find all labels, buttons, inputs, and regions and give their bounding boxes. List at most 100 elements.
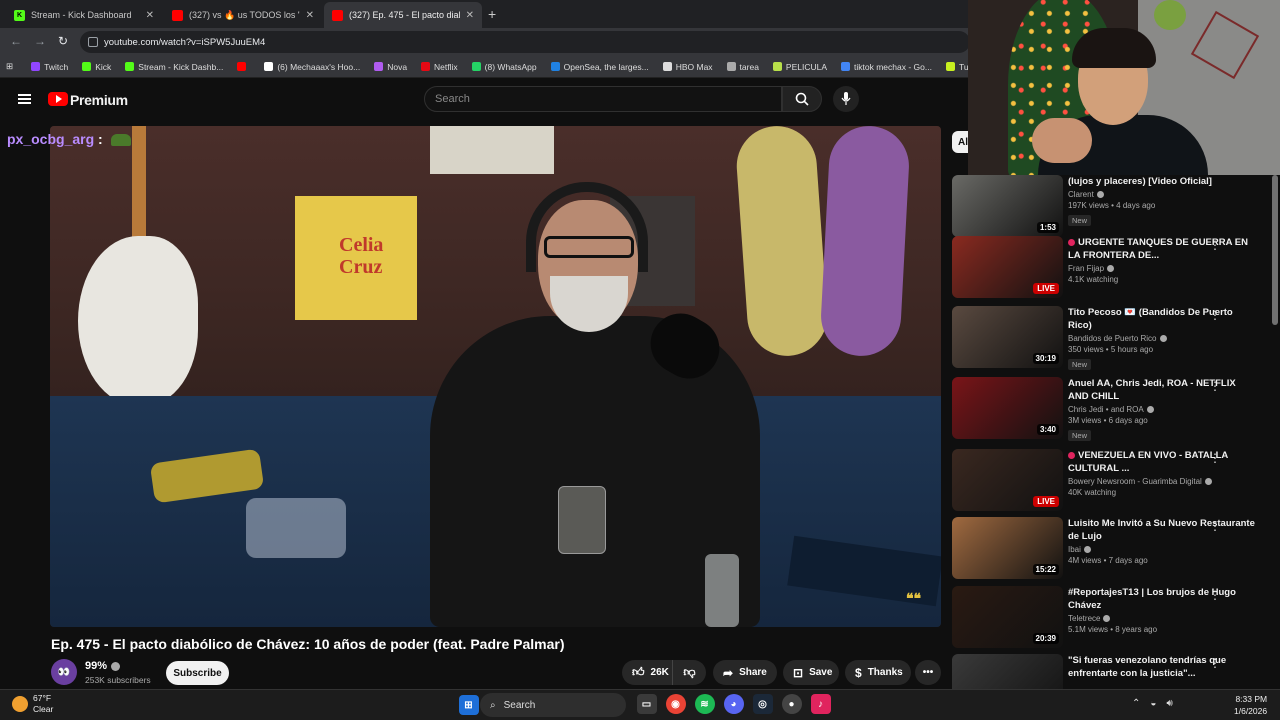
- recommended-title: VENEZUELA EN VIVO - BATALLA CULTURAL ...: [1068, 449, 1258, 475]
- more-vertical-icon[interactable]: ⋮: [1209, 308, 1221, 322]
- glass-jar: [558, 486, 606, 554]
- verified-icon: [1096, 191, 1104, 199]
- site-info-icon[interactable]: [88, 37, 98, 47]
- chrome-icon[interactable]: ◉: [665, 694, 686, 714]
- close-icon[interactable]: ✕: [306, 10, 314, 21]
- task-view-icon[interactable]: ▭: [636, 694, 657, 714]
- bookmark-item[interactable]: [237, 62, 250, 72]
- url-input[interactable]: youtube.com/watch?v=iSPW5JuuEM4: [80, 31, 970, 53]
- taskbar-search[interactable]: ⌕ Search: [480, 693, 626, 717]
- volume-icon[interactable]: 🔊︎: [1166, 698, 1172, 709]
- menu-icon[interactable]: [18, 94, 31, 104]
- subscribe-button[interactable]: Subscribe: [166, 661, 229, 685]
- like-button[interactable]: 👍︎ 26K: [622, 660, 672, 685]
- duration-badge: 20:39: [1032, 633, 1059, 644]
- recommended-video[interactable]: 15:22 Luisito Me Invitó a Su Nuevo Restau…: [952, 517, 1270, 583]
- apps-grid-icon[interactable]: ⊞: [6, 61, 13, 72]
- weather-widget[interactable]: 67°F Clear: [12, 693, 53, 715]
- youtube-premium-logo[interactable]: Premium: [70, 92, 128, 108]
- recommended-title: Luisito Me Invitó a Su Nuevo Restaurante…: [1068, 517, 1258, 543]
- more-actions-button[interactable]: •••: [915, 660, 941, 685]
- bookmark-item[interactable]: (8) WhatsApp: [471, 62, 537, 72]
- verified-icon: [1204, 478, 1212, 486]
- discord-icon[interactable]: ◕: [723, 694, 744, 714]
- video-thumbnail[interactable]: 15:22: [952, 517, 1063, 579]
- search-input[interactable]: Search: [424, 86, 782, 112]
- tab-youtube-active[interactable]: (327) Ep. 475 - El pacto diabólic ✕: [324, 2, 482, 28]
- recommended-title: "Si fueras venezolano tendrías que enfre…: [1068, 654, 1258, 680]
- recommended-title-text: "Si fueras venezolano tendrías que enfre…: [1068, 655, 1227, 679]
- recommended-channel[interactable]: Clarent: [1068, 190, 1258, 199]
- close-icon[interactable]: ✕: [146, 10, 154, 21]
- reload-icon[interactable]: ↻: [58, 34, 68, 48]
- back-arrow-icon[interactable]: ←: [10, 34, 22, 48]
- more-vertical-icon[interactable]: ⋮: [1209, 238, 1221, 252]
- share-button[interactable]: ➦ Share: [713, 660, 777, 685]
- more-vertical-icon[interactable]: ⋮: [1209, 588, 1221, 602]
- obs-icon[interactable]: ●: [781, 694, 802, 714]
- bookmark-item[interactable]: Nova: [374, 62, 407, 72]
- chat-emote-icon: [110, 134, 131, 147]
- steam-icon[interactable]: ◎: [752, 694, 773, 714]
- bookmark-favicon-icon: [31, 62, 41, 71]
- more-vertical-icon[interactable]: ⋮: [1209, 656, 1221, 670]
- more-vertical-icon[interactable]: ⋮: [1209, 519, 1221, 533]
- bookmark-label: Kick: [95, 61, 112, 72]
- dislike-button[interactable]: 👎︎: [672, 660, 706, 685]
- recommended-video[interactable]: 20:39 #ReportajesT13 | Los brujos de Hugo…: [952, 586, 1270, 652]
- bookmark-item[interactable]: PELICULA: [772, 62, 827, 72]
- duration-badge: 3:40: [1036, 424, 1059, 435]
- video-thumbnail[interactable]: LIVE: [952, 449, 1063, 511]
- tab-kick-dashboard[interactable]: K Stream - Kick Dashboard ✕: [6, 2, 162, 28]
- thanks-button[interactable]: $ Thanks: [845, 660, 911, 685]
- channel-avatar[interactable]: 👀: [51, 659, 77, 685]
- bookmark-item[interactable]: Netflix: [421, 62, 458, 72]
- recommended-video[interactable]: 1:53 (lujos y placeres) [Video Oficial] Cl…: [952, 175, 1270, 241]
- bookmark-item[interactable]: OpenSea, the larges...: [550, 62, 649, 72]
- more-vertical-icon[interactable]: ⋮: [1209, 451, 1221, 465]
- recommended-meta: 3M views • 6 days ago: [1068, 416, 1148, 425]
- voice-search-button[interactable]: [833, 86, 859, 112]
- thumbs-down-icon: 👎︎: [683, 665, 696, 679]
- recommended-video[interactable]: 30:19 Tito Pecoso 💌 (Bandidos De Puerto R…: [952, 306, 1270, 372]
- forward-arrow-icon[interactable]: →: [34, 34, 46, 48]
- recommended-channel[interactable]: Bowery Newsroom - Guarimba Digital: [1068, 477, 1258, 486]
- search-icon: ⌕: [490, 699, 496, 711]
- bookmark-item[interactable]: tarea: [726, 62, 759, 72]
- recommended-channel[interactable]: Bandidos de Puerto Rico: [1068, 334, 1258, 343]
- scrollbar[interactable]: [1272, 175, 1278, 325]
- bookmark-item[interactable]: HBO Max: [662, 62, 713, 72]
- recommended-video[interactable]: 3:40 Anuel AA, Chris Jedi, ROA - NETFLIX …: [952, 377, 1270, 443]
- new-tab-button[interactable]: +: [488, 6, 496, 22]
- spotify-icon[interactable]: ≋: [694, 694, 715, 714]
- recommended-channel[interactable]: Chris Jedi • and ROA: [1068, 405, 1258, 414]
- recommended-video[interactable]: LIVE VENEZUELA EN VIVO - BATALLA CULTURAL…: [952, 449, 1270, 515]
- video-thumbnail[interactable]: 3:40: [952, 377, 1063, 439]
- bookmark-item[interactable]: Twitch: [31, 62, 68, 72]
- chevron-up-icon[interactable]: ⌃: [1132, 698, 1140, 709]
- taskbar-clock[interactable]: 8:33 PM 1/6/2026: [1234, 693, 1267, 717]
- youtube-logo-icon[interactable]: [48, 92, 68, 106]
- video-player[interactable]: Celia Cruz ❝❝: [50, 126, 941, 627]
- recommended-video[interactable]: LIVE URGENTE TANQUES DE GUERRA EN LA FRON…: [952, 236, 1270, 302]
- video-thumbnail[interactable]: 30:19: [952, 306, 1063, 368]
- channel-name[interactable]: 99%: [85, 660, 121, 672]
- video-thumbnail[interactable]: 1:53: [952, 175, 1063, 237]
- search-button[interactable]: [782, 86, 822, 112]
- bookmark-item[interactable]: Kick: [82, 62, 111, 72]
- bookmark-item[interactable]: Stream - Kick Dashb...: [125, 62, 223, 72]
- tiktok-icon[interactable]: ♪: [810, 694, 831, 714]
- save-button[interactable]: ⊡ Save: [783, 660, 839, 685]
- tab-youtube-1[interactable]: (327) vs 🔥 us TODOS los "DETA ✕: [164, 2, 322, 28]
- bookmark-item[interactable]: tiktok mechax - Go...: [841, 62, 932, 72]
- more-vertical-icon[interactable]: ⋮: [1209, 379, 1221, 393]
- recommended-channel[interactable]: Teletrece: [1068, 614, 1258, 623]
- recommended-channel[interactable]: Fran Fijap: [1068, 264, 1258, 273]
- network-icon[interactable]: ◒: [1150, 698, 1156, 709]
- recommended-channel[interactable]: Ibai: [1068, 545, 1258, 554]
- windows-start-icon[interactable]: ⊞: [458, 695, 479, 715]
- close-icon[interactable]: ✕: [466, 10, 474, 21]
- video-thumbnail[interactable]: LIVE: [952, 236, 1063, 298]
- bookmark-item[interactable]: (6) Mechaaax's Hoo...: [264, 62, 360, 72]
- video-thumbnail[interactable]: 20:39: [952, 586, 1063, 648]
